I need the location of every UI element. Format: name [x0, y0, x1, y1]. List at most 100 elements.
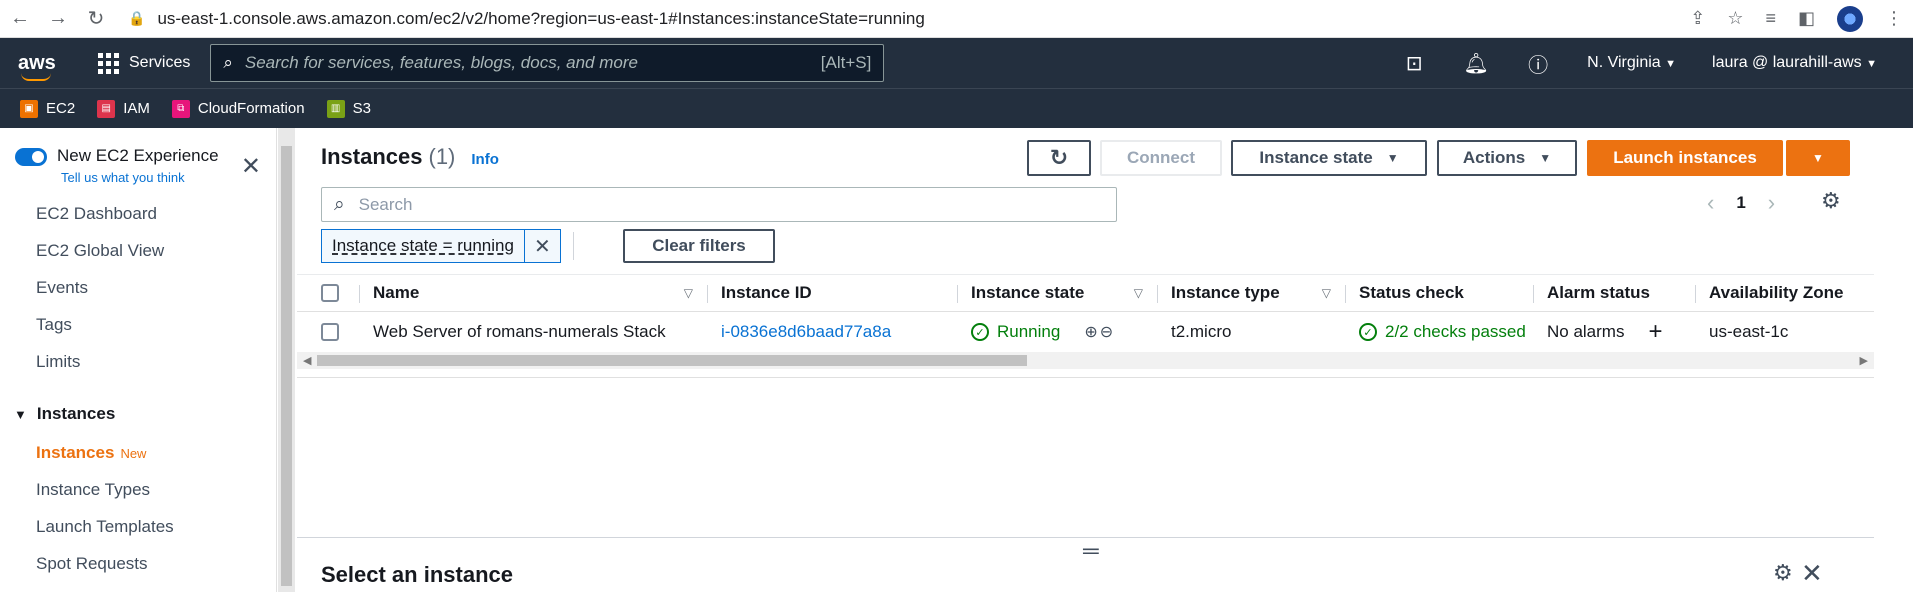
clear-filters-button[interactable]: Clear filters	[623, 229, 775, 263]
reload-icon[interactable]: ↻	[86, 6, 106, 31]
side-panel-icon[interactable]: ◧	[1798, 8, 1815, 29]
grid-icon	[98, 52, 119, 74]
scroll-thumb[interactable]	[317, 355, 1027, 366]
column-header-status-check[interactable]: Status check	[1345, 275, 1533, 311]
section-label: Instances	[36, 404, 116, 423]
info-link[interactable]: Info	[471, 151, 499, 168]
instance-state-label: Instance state	[1259, 148, 1373, 167]
caret-down-icon: ▼	[14, 406, 27, 422]
favorite-s3[interactable]: ▥ S3	[326, 99, 371, 118]
instance-id-link[interactable]: i-0836e8d6baad77a8a	[721, 322, 891, 342]
account-menu[interactable]: laura @ laurahill-aws ▼	[1694, 54, 1895, 72]
zoom-in-out-icon[interactable]: ⊕⊖	[1084, 322, 1115, 342]
sidebar-section-instances[interactable]: ▼ Instances	[0, 394, 276, 434]
menu-kebab-icon[interactable]: ⋮	[1885, 8, 1903, 29]
page-number[interactable]: 1	[1736, 193, 1745, 213]
ec2-service-icon: ▣	[20, 99, 38, 118]
bookmark-star-icon[interactable]: ☆	[1727, 8, 1743, 29]
instances-search-input[interactable]: ⌕ Search	[321, 187, 1117, 222]
sidebar-item-launch-templates[interactable]: Launch Templates	[0, 508, 276, 545]
sidebar-item-limits[interactable]: Limits	[0, 343, 276, 380]
feedback-link[interactable]: Tell us what you think	[61, 170, 219, 185]
column-header-availability-zone[interactable]: Availability Zone	[1695, 275, 1874, 311]
new-experience-toggle[interactable]	[15, 148, 47, 166]
cloudshell-icon[interactable]: ⊡	[1383, 51, 1445, 76]
favorite-cloudformation[interactable]: ⧉ CloudFormation	[171, 99, 305, 118]
s3-service-icon: ▥	[326, 99, 345, 118]
search-placeholder: Search for services, features, blogs, do…	[244, 53, 638, 72]
actions-dropdown[interactable]: Actions ▼	[1437, 140, 1577, 176]
notifications-bell-icon[interactable]: 🔔︎	[1445, 51, 1507, 76]
aws-logo[interactable]: aws	[18, 52, 58, 81]
reading-list-icon[interactable]: ≡	[1765, 8, 1776, 29]
refresh-button[interactable]: ↻	[1027, 140, 1091, 176]
favorite-iam[interactable]: ▤ IAM	[97, 99, 150, 118]
sidebar-item-events[interactable]: Events	[0, 269, 276, 306]
sidebar-item-instances[interactable]: Instances New	[0, 434, 276, 471]
services-label: Services	[129, 54, 191, 71]
remove-filter-icon[interactable]: ✕	[523, 230, 560, 262]
instance-state-value: Running	[997, 322, 1061, 341]
column-label: Status check	[1359, 283, 1464, 302]
preferences-gear-icon[interactable]: ⚙	[1821, 188, 1841, 214]
help-icon[interactable]: ⓘ	[1507, 49, 1569, 78]
table-horizontal-scrollbar[interactable]: ◀ ▶	[297, 352, 1874, 369]
success-check-icon: ✓	[971, 323, 989, 341]
global-search-input[interactable]: ⌕ Search for services, features, blogs, …	[210, 44, 885, 82]
column-header-instance-id[interactable]: Instance ID	[707, 275, 957, 311]
filter-token[interactable]: Instance state = running ✕	[321, 229, 561, 263]
column-header-alarm-status[interactable]: Alarm status	[1533, 275, 1695, 311]
sidebar-scrollbar[interactable]	[278, 128, 295, 592]
ec2-sidebar: New EC2 Experience Tell us what you thin…	[0, 128, 277, 592]
select-all-checkbox[interactable]	[321, 284, 339, 302]
region-selector[interactable]: N. Virginia ▼	[1569, 54, 1694, 72]
scroll-left-icon[interactable]: ◀	[303, 354, 311, 367]
split-panel-settings-gear-icon[interactable]: ⚙	[1773, 560, 1793, 586]
services-menu-button[interactable]: Services	[98, 52, 191, 74]
launch-options-dropdown[interactable]: ▼	[1786, 140, 1850, 176]
share-icon[interactable]: ⇪	[1690, 8, 1705, 29]
column-header-instance-state[interactable]: Instance state ▽	[957, 275, 1157, 311]
cell-instance-type: t2.micro	[1157, 312, 1345, 352]
sidebar-item-tags[interactable]: Tags	[0, 306, 276, 343]
chevron-right-icon[interactable]: ›	[1768, 190, 1775, 216]
favorite-label: S3	[352, 100, 371, 117]
url-text[interactable]: us-east-1.console.aws.amazon.com/ec2/v2/…	[157, 9, 924, 29]
status-check-value: 2/2 checks passed	[1385, 322, 1526, 341]
address-bar[interactable]: 🔒 us-east-1.console.aws.amazon.com/ec2/v…	[128, 9, 925, 29]
connect-button[interactable]: Connect	[1100, 140, 1222, 176]
refresh-icon: ↻	[1049, 145, 1069, 170]
forward-icon[interactable]: →	[48, 7, 68, 30]
profile-avatar[interactable]	[1837, 5, 1863, 32]
filter-token-label[interactable]: Instance state = running	[322, 236, 524, 256]
row-checkbox[interactable]	[321, 323, 339, 341]
instance-state-dropdown[interactable]: Instance state ▼	[1231, 140, 1427, 176]
region-label: N. Virginia	[1587, 54, 1661, 71]
column-label: Instance state	[971, 283, 1085, 302]
close-sidebar-icon[interactable]: ✕	[241, 152, 261, 181]
caret-down-icon: ▼	[1386, 151, 1399, 165]
column-header-name[interactable]: Name ▽	[359, 275, 707, 311]
launch-instances-button[interactable]: Launch instances	[1587, 140, 1783, 176]
search-placeholder: Search	[358, 194, 413, 214]
scroll-right-icon[interactable]: ▶	[1860, 354, 1868, 367]
sidebar-item-spot-requests[interactable]: Spot Requests	[0, 545, 276, 582]
sidebar-item-ec2-global-view[interactable]: EC2 Global View	[0, 232, 276, 269]
table-header: Name ▽ Instance ID Instance state ▽ Inst…	[297, 274, 1874, 312]
instance-count: (1)	[428, 144, 456, 169]
column-label: Name	[373, 283, 420, 302]
sort-caret-icon: ▽	[1321, 286, 1331, 300]
main-content: Instances (1) Info ↻ Connect Instance st…	[297, 128, 1874, 592]
availability-zone-value: us-east-1c	[1709, 322, 1789, 341]
resize-handle-icon[interactable]: ═	[1083, 538, 1099, 564]
favorite-ec2[interactable]: ▣ EC2	[20, 99, 75, 118]
back-icon[interactable]: ←	[10, 7, 30, 30]
close-split-panel-icon[interactable]: ✕	[1801, 558, 1823, 589]
favorite-label: CloudFormation	[197, 100, 305, 117]
sidebar-item-instance-types[interactable]: Instance Types	[0, 471, 276, 508]
add-alarm-icon[interactable]: +	[1648, 318, 1662, 346]
sidebar-item-ec2-dashboard[interactable]: EC2 Dashboard	[0, 195, 276, 232]
chevron-left-icon[interactable]: ‹	[1707, 190, 1714, 216]
table-row[interactable]: Web Server of romans-numerals Stack i-08…	[297, 312, 1874, 352]
column-header-instance-type[interactable]: Instance type ▽	[1157, 275, 1345, 311]
